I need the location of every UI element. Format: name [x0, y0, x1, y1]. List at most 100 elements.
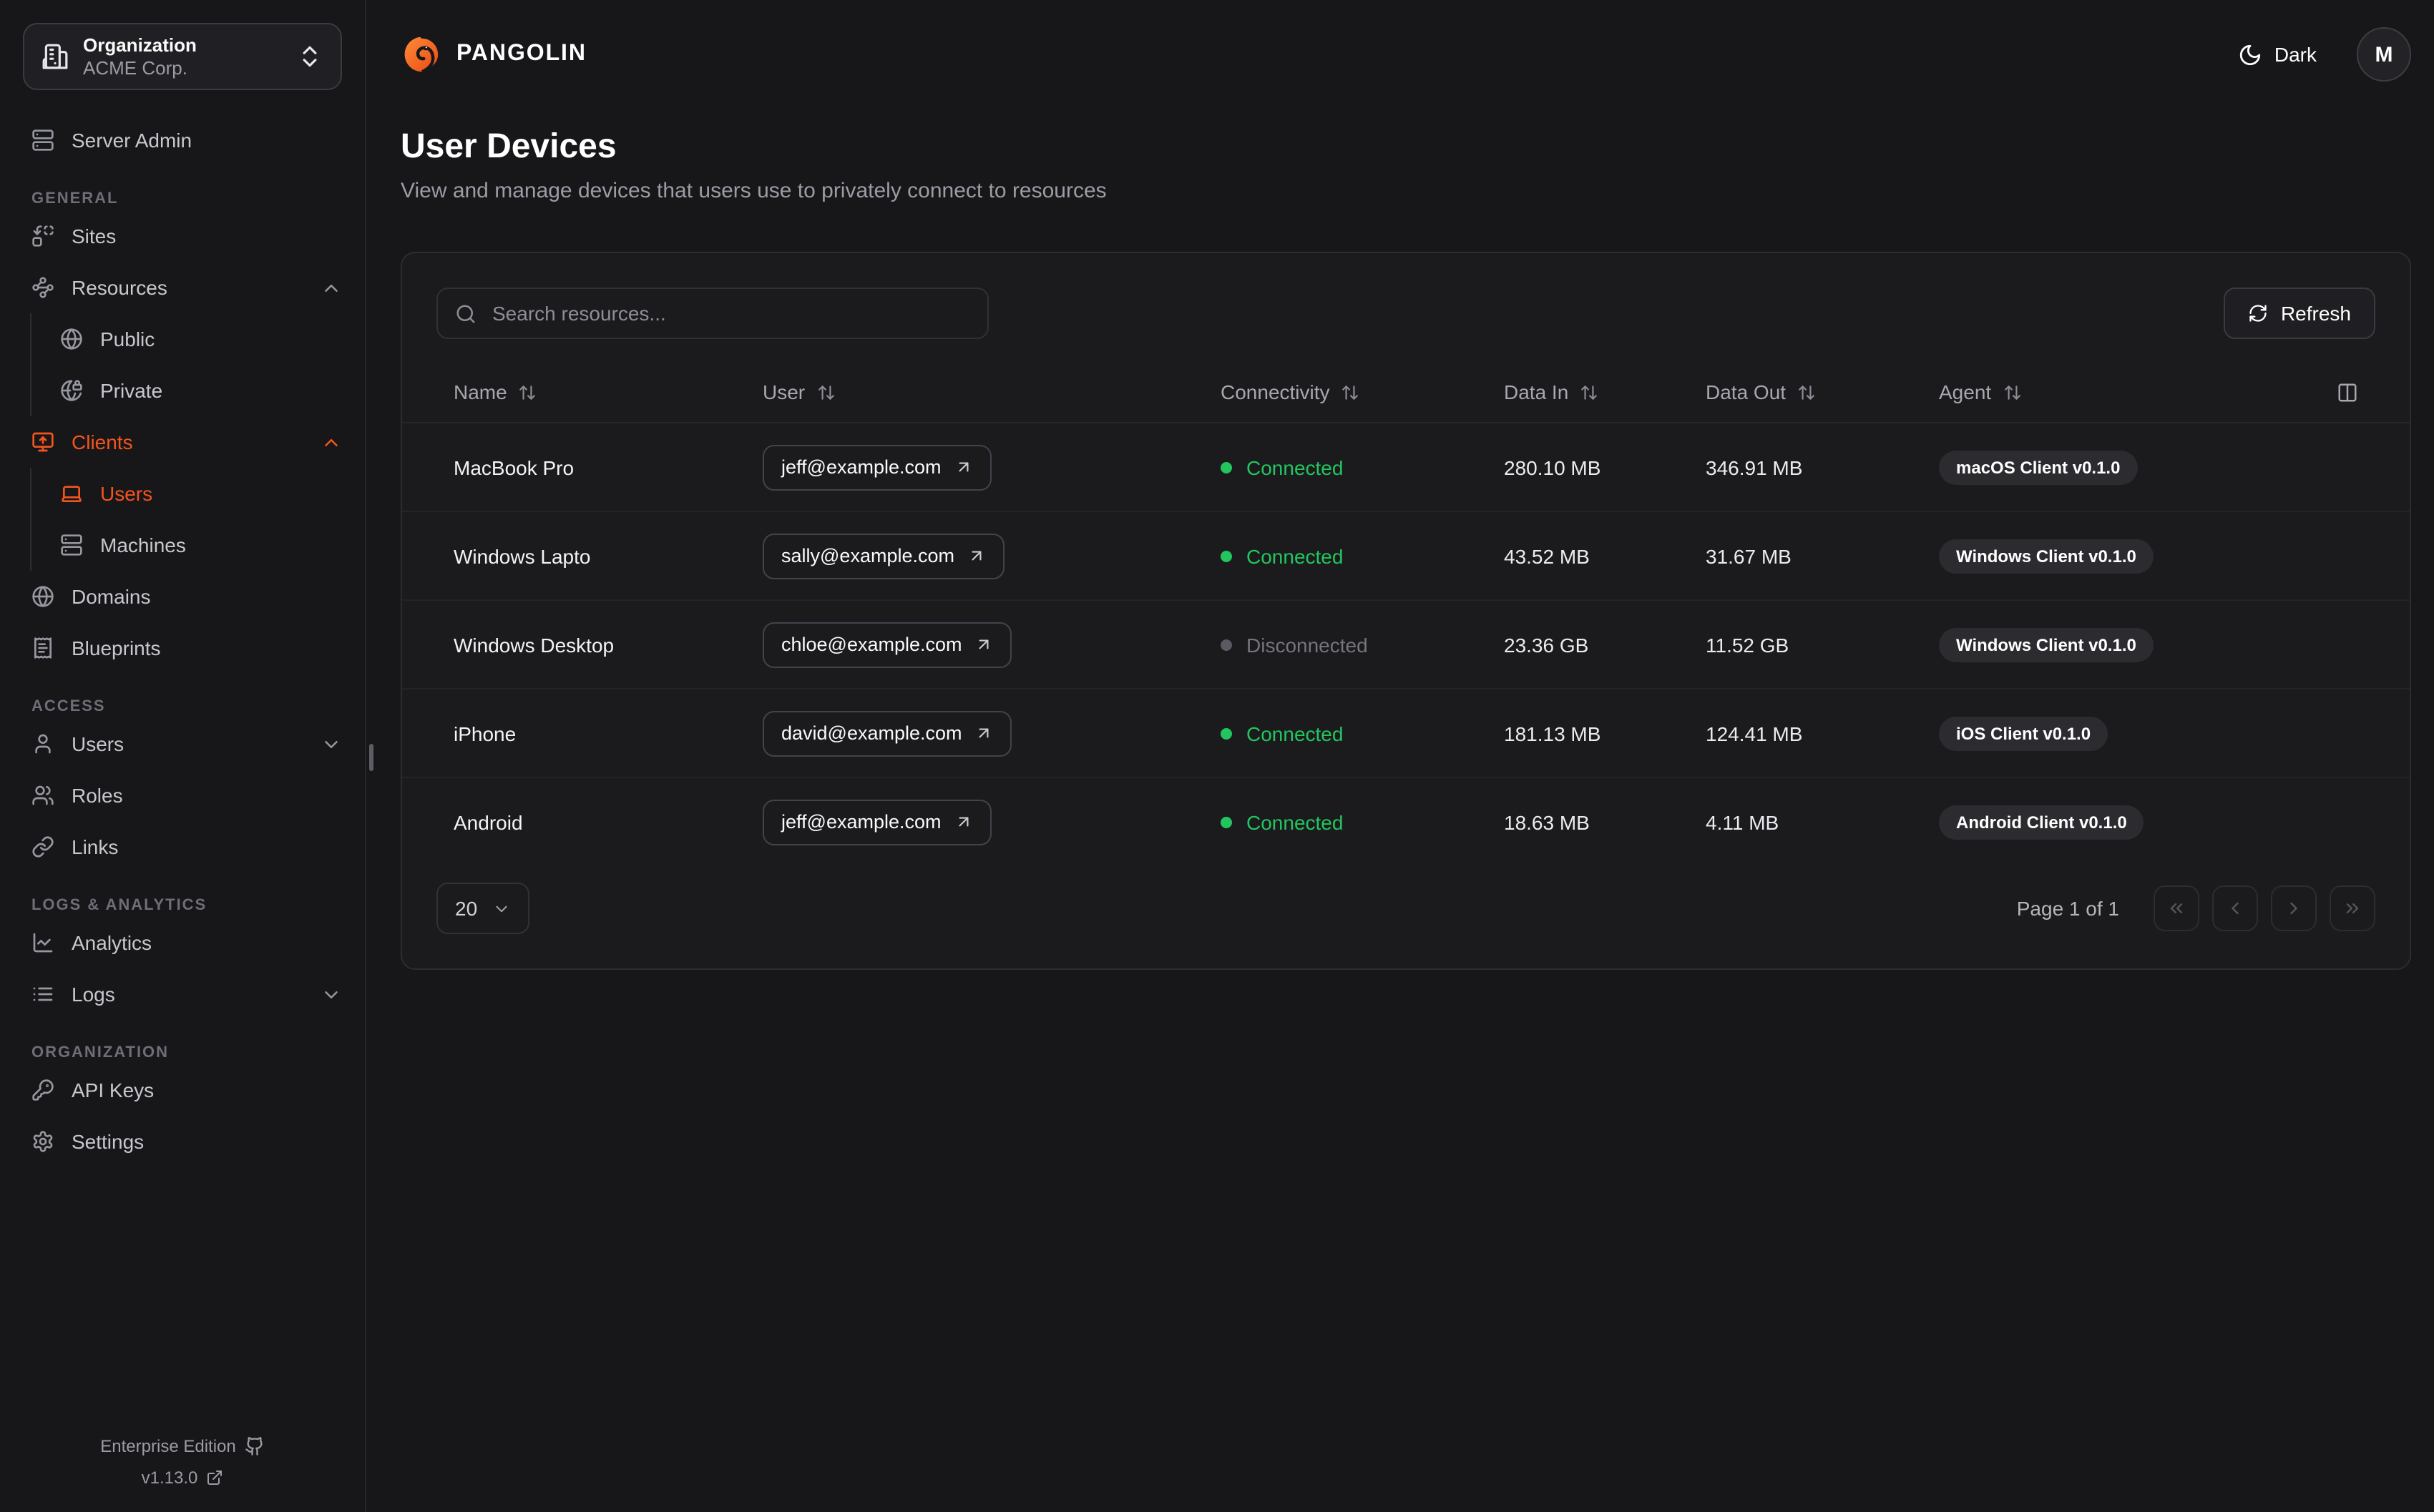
column-header-data-out[interactable]: Data Out — [1688, 381, 1922, 403]
user-link-button[interactable]: jeff@example.com — [763, 444, 992, 490]
external-link-icon — [206, 1469, 223, 1486]
data-out-value: 11.52 GB — [1706, 633, 1789, 656]
chevron-up-icon[interactable] — [321, 431, 342, 453]
agent-badge: Windows Client v0.1.0 — [1939, 539, 2154, 573]
version-row[interactable]: v1.13.0 — [0, 1462, 365, 1493]
column-header-name[interactable]: Name — [436, 381, 746, 403]
page-size-select[interactable]: 20 — [436, 883, 529, 934]
connectivity-status: Connected — [1203, 722, 1487, 745]
sidebar-item-settings[interactable]: Settings — [0, 1116, 365, 1167]
brand[interactable]: PANGOLIN — [401, 33, 587, 76]
chevron-down-icon[interactable] — [321, 733, 342, 755]
column-header-user[interactable]: User — [746, 381, 1203, 403]
sidebar-item-public[interactable]: Public — [31, 313, 365, 365]
page-indicator: Page 1 of 1 — [2016, 897, 2119, 920]
sidebar-item-label: Blueprints — [72, 637, 161, 659]
column-header-agent[interactable]: Agent — [1922, 381, 2318, 403]
data-in-value: 23.36 GB — [1504, 633, 1589, 656]
clients-subgroup: Users Machines — [30, 468, 365, 571]
agent-badge: macOS Client v0.1.0 — [1939, 450, 2138, 484]
sidebar-item-label: Domains — [72, 585, 151, 608]
sidebar-item-private[interactable]: Private — [31, 365, 365, 416]
topbar-right: Dark M — [2230, 27, 2411, 82]
refresh-button[interactable]: Refresh — [2223, 288, 2375, 339]
sidebar-item-logs[interactable]: Logs — [0, 968, 365, 1020]
sidebar-item-clients[interactable]: Clients — [0, 416, 365, 468]
last-page-button[interactable] — [2330, 885, 2375, 931]
sidebar-item-label: Links — [72, 835, 119, 858]
columns-icon — [2336, 381, 2357, 403]
chevron-down-icon[interactable] — [321, 983, 342, 1005]
table-footer: 20 Page 1 of 1 — [402, 883, 2410, 968]
next-page-button[interactable] — [2271, 885, 2317, 931]
sort-icon — [1580, 383, 1598, 401]
search-box — [436, 288, 989, 339]
pangolin-logo-icon — [401, 33, 444, 76]
page-subtitle: View and manage devices that users use t… — [401, 179, 1107, 203]
sidebar-item-label: Users — [72, 732, 124, 755]
table-row: Windows Lapto sally@example.com Connected 4… — [402, 511, 2410, 599]
column-header-data-in[interactable]: Data In — [1487, 381, 1688, 403]
page-head: User Devices View and manage devices tha… — [401, 126, 2411, 206]
section-label-organization: ORGANIZATION — [31, 1044, 170, 1061]
user-email: chloe@example.com — [781, 634, 962, 655]
sidebar-item-sites[interactable]: Sites — [0, 210, 365, 262]
user-email: sally@example.com — [781, 545, 954, 566]
main-area: PANGOLIN Dark M User Devices View and ma… — [366, 0, 2434, 1512]
user-link-button[interactable]: sally@example.com — [763, 533, 1005, 579]
edition-row[interactable]: Enterprise Edition — [0, 1430, 365, 1462]
sidebar-item-label: Public — [100, 328, 155, 350]
sort-icon — [1341, 383, 1360, 401]
device-name: Windows Lapto — [454, 544, 591, 567]
gear-icon — [31, 1130, 54, 1153]
card-toolbar: Refresh — [402, 288, 2410, 339]
receipt-icon — [31, 637, 54, 659]
sort-icon — [816, 383, 835, 401]
globe-icon — [60, 328, 83, 350]
list-icon — [31, 983, 54, 1006]
page-title: User Devices — [401, 127, 617, 166]
sidebar-item-analytics[interactable]: Analytics — [0, 917, 365, 968]
sidebar-item-resources[interactable]: Resources — [0, 262, 365, 313]
sidebar-scrollbar-thumb[interactable] — [369, 744, 373, 771]
status-dot-icon — [1221, 461, 1232, 473]
chevrons-left-icon — [2166, 898, 2186, 918]
user-link-button[interactable]: chloe@example.com — [763, 622, 1012, 667]
table-row: Windows Desktop chloe@example.com Disconne… — [402, 599, 2410, 688]
arrow-up-right-icon — [954, 458, 973, 476]
sidebar-item-links[interactable]: Links — [0, 821, 365, 873]
sidebar-item-server-admin[interactable]: Server Admin — [0, 114, 365, 166]
sidebar-item-users[interactable]: Users — [0, 718, 365, 770]
laptop-icon — [60, 482, 83, 505]
first-page-button[interactable] — [2154, 885, 2199, 931]
topbar: PANGOLIN Dark M — [401, 0, 2411, 83]
column-header-connectivity[interactable]: Connectivity — [1203, 381, 1487, 403]
user-link-button[interactable]: jeff@example.com — [763, 799, 992, 845]
avatar[interactable]: M — [2357, 27, 2411, 82]
sidebar-footer: Enterprise Edition v1.13.0 — [0, 1430, 365, 1493]
agent-badge: iOS Client v0.1.0 — [1939, 716, 2108, 750]
sidebar-item-label: Logs — [72, 983, 115, 1006]
organization-selector[interactable]: Organization ACME Corp. — [23, 23, 342, 90]
sidebar-item-blueprints[interactable]: Blueprints — [0, 622, 365, 674]
table-row: MacBook Pro jeff@example.com Connected 280.… — [402, 423, 2410, 511]
sidebar-item-domains[interactable]: Domains — [0, 571, 365, 622]
theme-toggle-button[interactable]: Dark — [2230, 41, 2325, 68]
chevron-up-icon[interactable] — [321, 277, 342, 298]
sidebar-item-api-keys[interactable]: API Keys — [0, 1064, 365, 1116]
status-dot-icon — [1221, 727, 1232, 739]
status-dot-icon — [1221, 639, 1232, 650]
prev-page-button[interactable] — [2212, 885, 2258, 931]
sidebar-item-client-users[interactable]: Users — [31, 468, 365, 519]
sidebar-item-machines[interactable]: Machines — [31, 519, 365, 571]
user-email: jeff@example.com — [781, 811, 942, 833]
search-input[interactable] — [489, 300, 970, 326]
organization-label: Organization — [83, 34, 197, 56]
connectivity-status: Connected — [1203, 544, 1487, 567]
sites-icon — [31, 225, 54, 247]
column-visibility-button[interactable] — [2318, 381, 2375, 403]
user-link-button[interactable]: david@example.com — [763, 710, 1012, 756]
sidebar-item-label: Machines — [100, 534, 186, 556]
sidebar-item-roles[interactable]: Roles — [0, 770, 365, 821]
users-icon — [31, 784, 54, 807]
